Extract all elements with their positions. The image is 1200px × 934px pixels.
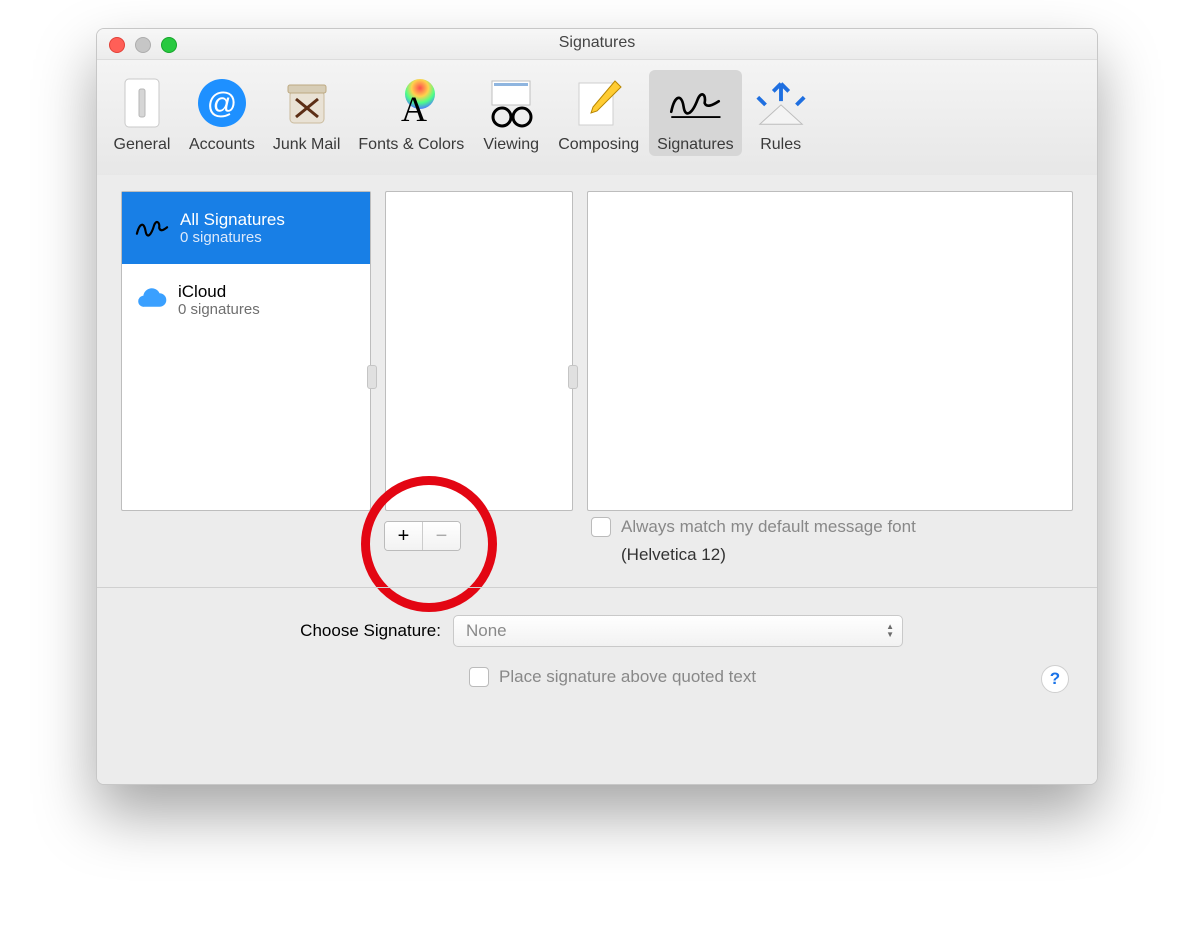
resize-handle[interactable] [367, 365, 377, 389]
toolbar-tab-rules[interactable]: Rules [744, 70, 818, 156]
svg-text:A: A [401, 89, 427, 129]
toolbar-tab-signatures[interactable]: Signatures [649, 70, 742, 156]
account-title: All Signatures [180, 210, 285, 230]
chevron-up-down-icon: ▲▼ [886, 623, 894, 639]
choose-signature-label: Choose Signature: [121, 621, 441, 641]
toolbar-tab-composing[interactable]: Composing [550, 70, 647, 156]
glasses-icon [482, 74, 540, 132]
always-match-font: (Helvetica 12) [621, 545, 726, 565]
toolbar-label: Composing [558, 136, 639, 154]
resize-handle[interactable] [568, 365, 578, 389]
accounts-list[interactable]: All Signatures 0 signatures iCloud 0 sig… [121, 191, 371, 511]
always-match-row: Always match my default message font [591, 517, 1073, 537]
signature-icon [666, 74, 724, 132]
toolbar-label: Junk Mail [273, 136, 341, 154]
compose-icon [570, 74, 628, 132]
always-match-label: Always match my default message font [621, 517, 916, 537]
toolbar-label: Signatures [657, 136, 734, 154]
toolbar-label: Accounts [189, 136, 255, 154]
choose-signature-value: None [466, 621, 507, 641]
choose-signature-row: Choose Signature: None ▲▼ [121, 615, 1073, 647]
titlebar: Signatures [97, 29, 1097, 60]
signatures-list[interactable] [385, 191, 573, 511]
place-above-checkbox[interactable] [469, 667, 489, 687]
content-area: All Signatures 0 signatures iCloud 0 sig… [97, 175, 1097, 784]
at-icon: @ [193, 74, 251, 132]
choose-signature-popup[interactable]: None ▲▼ [453, 615, 903, 647]
preferences-window: Signatures General @ [96, 28, 1098, 785]
toolbar-tab-general[interactable]: General [105, 70, 179, 156]
rules-icon [752, 74, 810, 132]
toolbar-label: Fonts & Colors [358, 136, 464, 154]
switch-icon [113, 74, 171, 132]
preferences-toolbar: General @ Accounts [97, 60, 1097, 187]
toolbar-label: Rules [760, 136, 801, 154]
account-subtitle: 0 signatures [178, 301, 260, 318]
account-all-signatures[interactable]: All Signatures 0 signatures [122, 192, 370, 264]
add-signature-button[interactable]: + [385, 522, 422, 550]
help-button[interactable]: ? [1041, 665, 1069, 693]
toolbar-tab-junk[interactable]: Junk Mail [265, 70, 349, 156]
signature-editor[interactable] [587, 191, 1073, 511]
toolbar-tab-viewing[interactable]: Viewing [474, 70, 548, 156]
remove-signature-button[interactable]: − [422, 522, 460, 550]
window-title: Signatures [97, 34, 1097, 52]
toolbar-tab-fonts[interactable]: A Fonts & Colors [350, 70, 472, 156]
account-subtitle: 0 signatures [180, 229, 285, 246]
place-above-label: Place signature above quoted text [499, 667, 756, 687]
divider [97, 587, 1097, 588]
account-icloud[interactable]: iCloud 0 signatures [122, 264, 370, 336]
trash-icon [278, 74, 336, 132]
svg-text:@: @ [207, 87, 237, 120]
account-title: iCloud [178, 282, 260, 302]
always-match-checkbox[interactable] [591, 517, 611, 537]
toolbar-label: Viewing [483, 136, 539, 154]
place-above-row: Place signature above quoted text [469, 667, 756, 687]
toolbar-tab-accounts[interactable]: @ Accounts [181, 70, 263, 156]
signature-icon [134, 214, 170, 242]
toolbar-label: General [114, 136, 171, 154]
fonts-icon: A [382, 74, 440, 132]
icloud-icon [134, 288, 168, 312]
add-remove-bar: + − [384, 521, 461, 551]
